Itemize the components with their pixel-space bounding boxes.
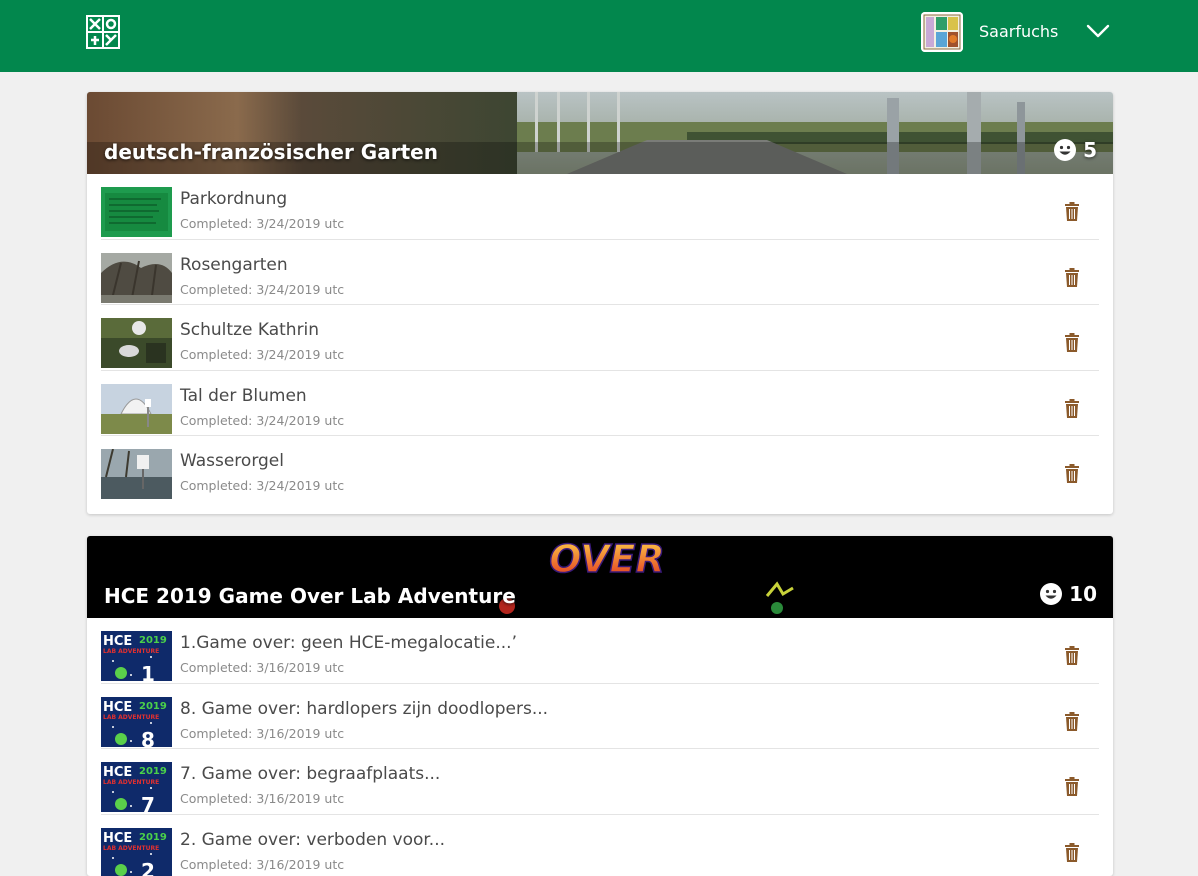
- completion-count-value: 5: [1083, 138, 1097, 162]
- stage-thumbnail: [101, 187, 172, 237]
- adventure-banner[interactable]: OVER HCE 2019 Game Over Lab Adventure 10: [87, 536, 1113, 618]
- adventure-title: HCE 2019 Game Over Lab Adventure: [104, 584, 516, 608]
- stage-row[interactable]: HCE 2019 LAB ADVENTURE 8 8. Game over: h…: [101, 684, 1099, 750]
- thumb-number: 1: [141, 662, 155, 681]
- stage-title[interactable]: 8. Game over: hardlopers zijn doodlopers…: [180, 699, 548, 719]
- thumb-sub: LAB ADVENTURE: [103, 714, 159, 721]
- completion-count: 10: [1039, 582, 1097, 606]
- thumb-year: 2019: [139, 701, 167, 712]
- thumb-label: HCE: [103, 700, 132, 715]
- stage-title[interactable]: 1.Game over: geen HCE-megalocatie...’: [180, 633, 517, 653]
- stage-row[interactable]: Parkordnung Completed: 3/24/2019 utc: [101, 174, 1099, 240]
- adventure-title: deutsch-französischer Garten: [104, 140, 438, 164]
- smiley-icon: [1039, 582, 1063, 606]
- thumb-label: HCE: [103, 765, 132, 780]
- stage-thumbnail: [101, 449, 172, 499]
- adventure-banner[interactable]: deutsch-französischer Garten 5: [87, 92, 1113, 174]
- completion-count: 5: [1053, 138, 1097, 162]
- stage-thumbnail: HCE 2019 LAB ADVENTURE 8: [101, 697, 172, 747]
- stage-completed-date: Completed: 3/16/2019 utc: [180, 857, 344, 872]
- thumb-label: HCE: [103, 831, 132, 846]
- stage-completed-date: Completed: 3/24/2019 utc: [180, 347, 344, 362]
- trash-icon[interactable]: [1064, 843, 1080, 862]
- thumb-number: 7: [141, 793, 155, 812]
- smiley-icon: [1053, 138, 1077, 162]
- stage-thumbnail: HCE 2019 LAB ADVENTURE 1: [101, 631, 172, 681]
- banner-logo-text: OVER: [549, 537, 665, 581]
- thumb-sub: LAB ADVENTURE: [103, 845, 159, 852]
- completion-count-value: 10: [1069, 582, 1097, 606]
- user-avatar[interactable]: [921, 12, 963, 52]
- trash-icon[interactable]: [1064, 399, 1080, 418]
- stage-row[interactable]: HCE 2019 LAB ADVENTURE 7 7. Game over: b…: [101, 749, 1099, 815]
- stage-title[interactable]: Wasserorgel: [180, 451, 284, 471]
- chevron-down-icon[interactable]: [1085, 22, 1111, 40]
- adventure-card: deutsch-französischer Garten 5 Parkordnu…: [87, 92, 1113, 514]
- adventure-card: OVER HCE 2019 Game Over Lab Adventure 10…: [87, 536, 1113, 876]
- trash-icon[interactable]: [1064, 712, 1080, 731]
- stage-completed-date: Completed: 3/16/2019 utc: [180, 660, 344, 675]
- stage-title[interactable]: Parkordnung: [180, 189, 287, 209]
- stage-thumbnail: [101, 384, 172, 434]
- thumb-sub: LAB ADVENTURE: [103, 648, 159, 655]
- trash-icon[interactable]: [1064, 464, 1080, 483]
- stage-thumbnail: HCE 2019 LAB ADVENTURE 7: [101, 762, 172, 812]
- stage-thumbnail: [101, 253, 172, 303]
- stage-completed-date: Completed: 3/24/2019 utc: [180, 216, 344, 231]
- top-navigation-bar: Saarfuchs: [0, 0, 1198, 72]
- thumb-sub: LAB ADVENTURE: [103, 779, 159, 786]
- thumb-number: 8: [141, 728, 155, 747]
- thumb-year: 2019: [139, 832, 167, 843]
- stage-title[interactable]: 7. Game over: begraafplaats...: [180, 764, 440, 784]
- stage-title[interactable]: Schultze Kathrin: [180, 320, 319, 340]
- stage-title[interactable]: Tal der Blumen: [180, 386, 307, 406]
- stage-completed-date: Completed: 3/24/2019 utc: [180, 282, 344, 297]
- trash-icon[interactable]: [1064, 202, 1080, 221]
- thumb-label: HCE: [103, 634, 132, 649]
- stage-row[interactable]: Rosengarten Completed: 3/24/2019 utc: [101, 240, 1099, 306]
- stage-row[interactable]: Schultze Kathrin Completed: 3/24/2019 ut…: [101, 305, 1099, 371]
- thumb-number: 2: [141, 859, 155, 876]
- trash-icon[interactable]: [1064, 333, 1080, 352]
- thumb-year: 2019: [139, 635, 167, 646]
- stage-completed-date: Completed: 3/16/2019 utc: [180, 791, 344, 806]
- trash-icon[interactable]: [1064, 646, 1080, 665]
- thumb-year: 2019: [139, 766, 167, 777]
- stage-title[interactable]: Rosengarten: [180, 255, 288, 275]
- geocaching-logo-icon[interactable]: [86, 15, 120, 49]
- stage-completed-date: Completed: 3/24/2019 utc: [180, 413, 344, 428]
- username-label[interactable]: Saarfuchs: [979, 22, 1058, 41]
- stage-row[interactable]: HCE 2019 LAB ADVENTURE 1 1.Game over: ge…: [101, 618, 1099, 684]
- trash-icon[interactable]: [1064, 777, 1080, 796]
- stage-title[interactable]: 2. Game over: verboden voor...: [180, 830, 445, 850]
- stage-list: Parkordnung Completed: 3/24/2019 utc Ros…: [87, 174, 1113, 502]
- stage-thumbnail: [101, 318, 172, 368]
- stage-row[interactable]: Tal der Blumen Completed: 3/24/2019 utc: [101, 371, 1099, 437]
- stage-thumbnail: HCE 2019 LAB ADVENTURE 2: [101, 828, 172, 876]
- stage-completed-date: Completed: 3/16/2019 utc: [180, 726, 344, 741]
- trash-icon[interactable]: [1064, 268, 1080, 287]
- stage-list: HCE 2019 LAB ADVENTURE 1 1.Game over: ge…: [87, 618, 1113, 876]
- stage-completed-date: Completed: 3/24/2019 utc: [180, 478, 344, 493]
- stage-row[interactable]: Wasserorgel Completed: 3/24/2019 utc: [101, 436, 1099, 502]
- stage-row[interactable]: HCE 2019 LAB ADVENTURE 2 2. Game over: v…: [101, 815, 1099, 876]
